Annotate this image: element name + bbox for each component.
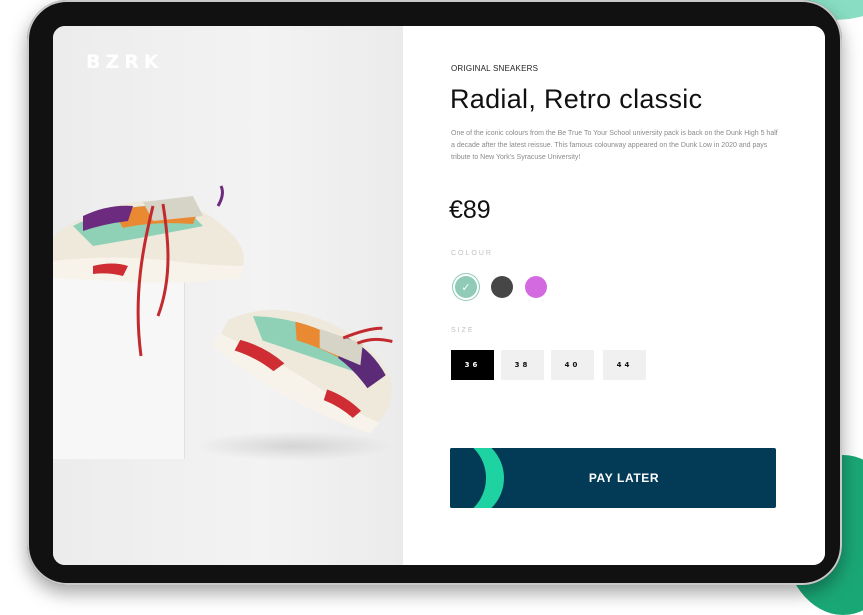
size-option-40[interactable]: 40 (551, 350, 594, 380)
size-option-38[interactable]: 38 (501, 350, 544, 380)
product-description: One of the iconic colours from the Be Tr… (451, 130, 778, 161)
colour-section-label: COLOUR (451, 250, 493, 257)
size-section-label: SIZE (451, 327, 475, 334)
size-option-36[interactable]: 36 (451, 350, 494, 380)
product-price: €89 (449, 196, 491, 224)
product-photo: BZRK (53, 26, 403, 565)
brand-logo[interactable]: BZRK (86, 51, 164, 73)
product-category: ORIGINAL SNEAKERS (451, 64, 539, 73)
colour-swatch-violet[interactable] (525, 276, 547, 298)
colour-swatch-mint[interactable]: ✓ (455, 276, 477, 298)
sneaker-falling-image (212, 309, 393, 434)
colour-swatch-charcoal[interactable] (491, 276, 513, 298)
size-option-44[interactable]: 44 (603, 350, 646, 380)
tablet-frame: BZRK ORIGINAL SNEAKERS Radial, Retro cla… (27, 0, 842, 585)
product-details-panel: ORIGINAL SNEAKERS Radial, Retro classic … (403, 26, 825, 565)
product-title: Radial, Retro classic (450, 84, 703, 114)
check-icon: ✓ (461, 281, 471, 294)
tablet-screen: BZRK ORIGINAL SNEAKERS Radial, Retro cla… (53, 26, 825, 565)
pay-later-button[interactable]: PAY LATER (450, 448, 776, 508)
pay-later-label: PAY LATER (588, 471, 660, 485)
